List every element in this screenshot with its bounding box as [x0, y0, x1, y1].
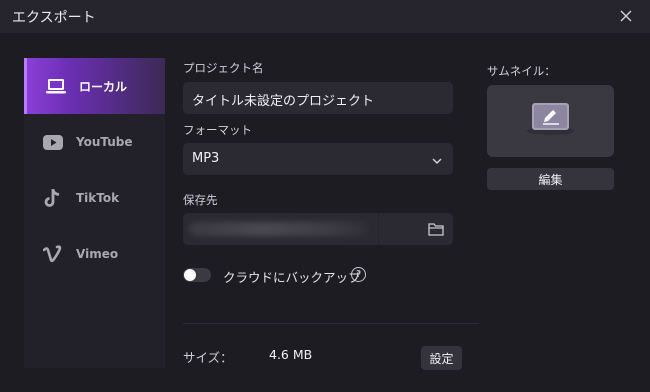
size-label: サイズ：: [183, 350, 233, 365]
tiktok-icon: [40, 185, 66, 211]
window-title: エクスポート: [12, 10, 96, 26]
divider: [183, 323, 479, 324]
format-select[interactable]: MP3: [183, 143, 453, 175]
size-value: 4.6 MB: [269, 347, 313, 362]
vimeo-icon: [40, 241, 66, 267]
save-to-label: 保存先: [183, 193, 218, 207]
save-path-field[interactable]: [183, 213, 453, 245]
project-name-label: プロジェクト名: [183, 61, 264, 75]
sidebar-item-youtube[interactable]: YouTube: [24, 114, 165, 170]
format-label: フォーマット: [183, 123, 252, 137]
help-icon[interactable]: ?: [351, 267, 366, 282]
youtube-icon: [40, 129, 66, 155]
field-divider: [378, 213, 379, 245]
thumbnail-label: サムネイル：: [487, 64, 556, 78]
format-value: MP3: [192, 151, 220, 166]
sidebar-item-label: YouTube: [76, 135, 133, 149]
title-bar: エクスポート: [0, 0, 650, 33]
chevron-down-icon: [431, 152, 443, 171]
cloud-backup-label: クラウドにバックアップ: [223, 270, 361, 285]
save-path-value-blurred: [189, 222, 369, 236]
settings-button[interactable]: 設定: [421, 346, 462, 370]
project-name-value: タイトル未設定のプロジェクト: [192, 94, 375, 109]
sidebar-item-label: ローカル: [79, 79, 128, 94]
edit-thumbnail-button[interactable]: 編集: [487, 168, 614, 190]
edit-icon: [526, 103, 575, 135]
sidebar-item-vimeo[interactable]: Vimeo: [24, 226, 165, 282]
laptop-icon: [43, 73, 69, 99]
close-icon: [620, 10, 632, 22]
sidebar-item-label: Vimeo: [76, 247, 119, 261]
sidebar-item-tiktok[interactable]: TikTok: [24, 170, 165, 226]
sidebar-item-local[interactable]: ローカル: [24, 58, 165, 114]
close-button[interactable]: [615, 5, 637, 27]
thumbnail-preview: [487, 85, 614, 157]
sidebar-item-label: TikTok: [76, 191, 120, 205]
folder-icon[interactable]: [428, 221, 444, 240]
cloud-backup-toggle[interactable]: [183, 268, 211, 282]
project-name-field[interactable]: タイトル未設定のプロジェクト: [183, 82, 453, 114]
toggle-knob: [184, 269, 196, 281]
